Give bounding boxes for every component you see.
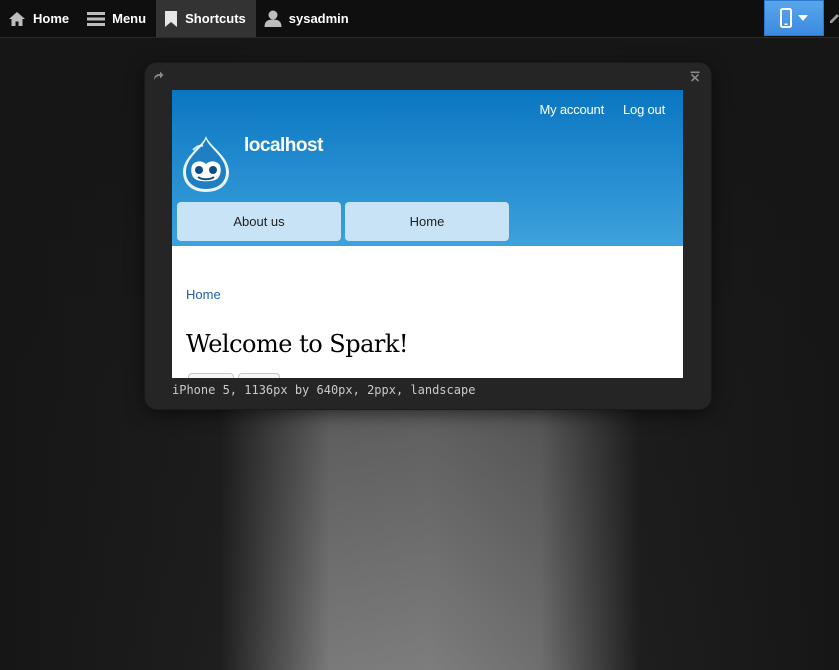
phone-icon	[780, 8, 792, 28]
home-icon	[9, 11, 25, 26]
toolbar-user-label: sysadmin	[288, 11, 349, 26]
user-icon	[264, 10, 282, 27]
pencil-icon[interactable]	[829, 14, 839, 24]
breadcrumb[interactable]: Home	[186, 287, 221, 302]
main-menu-about-us[interactable]: About us	[177, 202, 341, 241]
toolbar-menu-label: Menu	[112, 11, 147, 26]
toolbar-home[interactable]: Home	[0, 0, 79, 37]
log-out-link[interactable]: Log out	[623, 102, 665, 117]
main-menu-home[interactable]: Home	[345, 202, 509, 241]
admin-toolbar: Home Menu Shortcuts sysadmin	[0, 0, 839, 38]
toolbar-shortcuts[interactable]: Shortcuts	[156, 0, 256, 37]
page-tab[interactable]	[238, 373, 280, 378]
toolbar-home-label: Home	[33, 11, 70, 26]
bookmark-icon	[165, 10, 178, 27]
my-account-link[interactable]: My account	[540, 102, 605, 117]
secondary-menu: My account Log out	[540, 102, 666, 117]
menu-icon	[87, 11, 106, 26]
page-tab[interactable]	[188, 373, 234, 378]
toolbar-menu[interactable]: Menu	[79, 0, 156, 37]
toolbar-shortcuts-label: Shortcuts	[185, 11, 246, 26]
site-name[interactable]: localhost	[244, 135, 323, 157]
main-menu: About us Home	[177, 202, 509, 241]
device-preview-frame: My account Log out localhost About us Ho…	[145, 63, 711, 409]
chevron-down-icon	[798, 15, 808, 21]
close-icon[interactable]	[690, 71, 700, 82]
drupal-logo-icon[interactable]	[179, 134, 233, 194]
device-preview-button[interactable]	[764, 0, 824, 36]
site-header: My account Log out localhost About us Ho…	[172, 90, 683, 246]
page-title: Welcome to Spark!	[186, 330, 409, 358]
preview-viewport[interactable]: My account Log out localhost About us Ho…	[172, 90, 683, 378]
device-caption: iPhone 5, 1136px by 640px, 2ppx, landsca…	[172, 383, 476, 397]
rotate-icon[interactable]	[153, 71, 164, 80]
toolbar-user[interactable]: sysadmin	[256, 0, 359, 37]
